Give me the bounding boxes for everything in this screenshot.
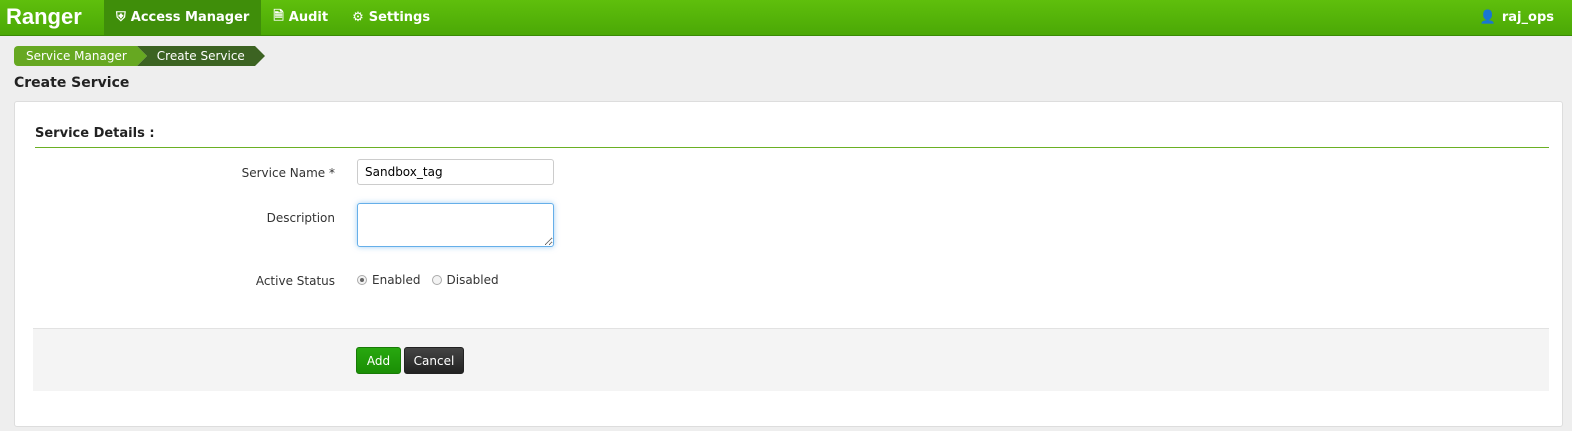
disabled-radio[interactable] (431, 275, 442, 285)
user-icon: 👤 (1479, 10, 1496, 25)
top-navbar: Ranger ⛨ Access Manager 🗎 Audit ⚙ Settings … (0, 0, 1572, 36)
enabled-radio[interactable] (357, 275, 367, 285)
gear-icon: ⚙ (352, 10, 364, 25)
nav-label: Access Manager (130, 10, 250, 25)
description-textarea[interactable] (357, 203, 554, 247)
nav-label: Settings (368, 10, 431, 25)
breadcrumb-create-service: Create Service (136, 46, 265, 66)
cancel-button[interactable]: Cancel (404, 347, 464, 374)
username: raj_ops (1501, 10, 1554, 25)
user-menu[interactable]: 👤 raj_ops (1480, 0, 1572, 35)
breadcrumb-service-manager[interactable]: Service Manager (14, 46, 147, 66)
nav-settings[interactable]: ⚙ Settings (340, 0, 442, 35)
add-button[interactable]: Add (356, 347, 401, 374)
nav-audit[interactable]: 🗎 Audit (261, 0, 340, 35)
shield-icon: ⛨ (116, 10, 126, 25)
enabled-label[interactable]: Enabled (372, 273, 421, 287)
description-label: Description (266, 211, 335, 225)
brand-logo[interactable]: Ranger (0, 0, 104, 35)
active-status-label: Active Status (255, 274, 335, 288)
form-actions: Add Cancel (33, 328, 1549, 391)
page-title: Create Service (14, 75, 130, 91)
service-name-label: Service Name * (241, 166, 335, 180)
disabled-label[interactable]: Disabled (447, 273, 499, 287)
nav-label: Audit (288, 10, 329, 25)
section-title: Service Details : (35, 126, 1549, 148)
service-form-panel: Service Details : Service Name * Descrip… (14, 101, 1563, 427)
active-status-radios: Enabled Disabled (357, 273, 499, 287)
nav-access-manager[interactable]: ⛨ Access Manager (104, 0, 262, 35)
file-icon: 🗎 (273, 8, 284, 24)
breadcrumb: Service Manager Create Service (14, 46, 265, 66)
service-name-input[interactable] (357, 159, 554, 185)
